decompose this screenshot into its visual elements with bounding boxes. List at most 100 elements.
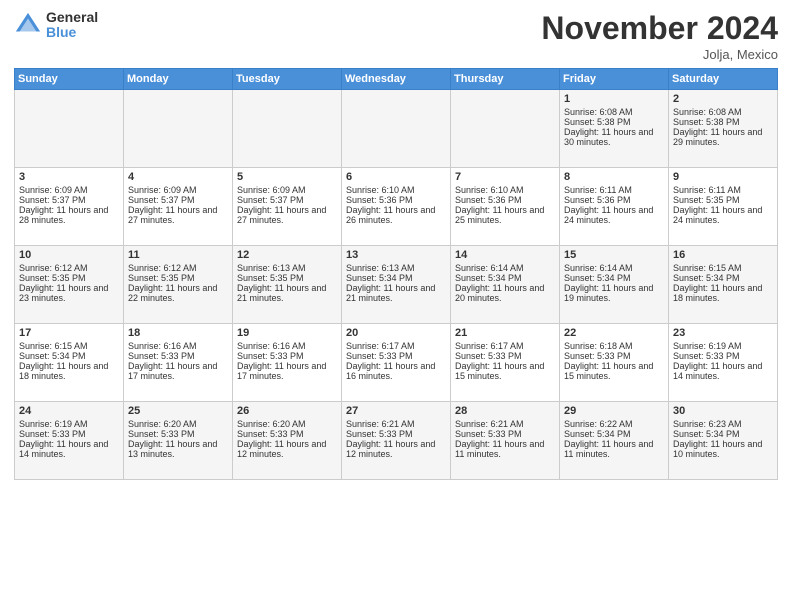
calendar-table: Sunday Monday Tuesday Wednesday Thursday… [14, 68, 778, 480]
daylight-text: Daylight: 11 hours and 24 minutes. [564, 205, 664, 225]
empty-cell [124, 90, 233, 168]
sunset-text: Sunset: 5:38 PM [564, 117, 664, 127]
sunrise-text: Sunrise: 6:17 AM [455, 341, 555, 351]
logo-icon [14, 11, 42, 39]
sunrise-text: Sunrise: 6:11 AM [673, 185, 773, 195]
day-cell-27: 27Sunrise: 6:21 AMSunset: 5:33 PMDayligh… [342, 402, 451, 480]
sunrise-text: Sunrise: 6:21 AM [455, 419, 555, 429]
sunset-text: Sunset: 5:34 PM [455, 273, 555, 283]
col-tuesday: Tuesday [233, 69, 342, 90]
day-cell-20: 20 Sunrise: 6:17 AMSunset: 5:33 PMDayligh… [342, 324, 451, 402]
day-number: 2 [673, 93, 773, 105]
sunset-text: Sunset: 5:37 PM [128, 195, 228, 205]
day-cell-1: 1 Sunrise: 6:08 AMSunset: 5:38 PMDaylight… [560, 90, 669, 168]
day-number: 23 [673, 327, 773, 339]
calendar-week-3: 10Sunrise: 6:12 AMSunset: 5:35 PMDayligh… [15, 246, 778, 324]
calendar-header-row: Sunday Monday Tuesday Wednesday Thursday… [15, 69, 778, 90]
daylight-text: Daylight: 11 hours and 15 minutes. [455, 361, 555, 381]
daylight-text: Daylight: 11 hours and 13 minutes. [128, 439, 228, 459]
sunrise-text: Sunrise: 6:14 AM [564, 263, 664, 273]
daylight-text: Daylight: 11 hours and 27 minutes. [237, 205, 337, 225]
day-cell-11: 11Sunrise: 6:12 AMSunset: 5:35 PMDayligh… [124, 246, 233, 324]
sunset-text: Sunset: 5:33 PM [237, 351, 337, 361]
day-cell-3: 3Sunrise: 6:09 AMSunset: 5:37 PMDaylight… [15, 168, 124, 246]
month-title: November 2024 [541, 10, 778, 47]
empty-cell [233, 90, 342, 168]
day-number: 20 [346, 327, 446, 339]
sunrise-text: Sunrise: 6:17 AM [346, 341, 446, 351]
daylight-text: Daylight: 11 hours and 21 minutes. [346, 283, 446, 303]
day-number: 19 [237, 327, 337, 339]
sunset-text: Sunset: 5:33 PM [237, 429, 337, 439]
sunset-text: Sunset: 5:37 PM [19, 195, 119, 205]
daylight-text: Daylight: 11 hours and 19 minutes. [564, 283, 664, 303]
sunrise-text: Sunrise: 6:20 AM [237, 419, 337, 429]
sunrise-text: Sunrise: 6:13 AM [346, 263, 446, 273]
day-cell-12: 12Sunrise: 6:13 AMSunset: 5:35 PMDayligh… [233, 246, 342, 324]
daylight-text: Daylight: 11 hours and 30 minutes. [564, 127, 664, 147]
day-cell-13: 13Sunrise: 6:13 AMSunset: 5:34 PMDayligh… [342, 246, 451, 324]
sunrise-text: Sunrise: 6:09 AM [237, 185, 337, 195]
sunset-text: Sunset: 5:33 PM [128, 351, 228, 361]
day-number: 8 [564, 171, 664, 183]
day-number: 5 [237, 171, 337, 183]
day-cell-22: 22Sunrise: 6:18 AMSunset: 5:33 PMDayligh… [560, 324, 669, 402]
sunrise-text: Sunrise: 6:21 AM [346, 419, 446, 429]
sunset-text: Sunset: 5:35 PM [237, 273, 337, 283]
sunset-text: Sunset: 5:37 PM [237, 195, 337, 205]
sunset-text: Sunset: 5:33 PM [346, 351, 446, 361]
day-cell-24: 24Sunrise: 6:19 AMSunset: 5:33 PMDayligh… [15, 402, 124, 480]
daylight-text: Daylight: 11 hours and 22 minutes. [128, 283, 228, 303]
sunset-text: Sunset: 5:34 PM [19, 351, 119, 361]
logo-general-text: General [46, 10, 98, 25]
sunset-text: Sunset: 5:34 PM [564, 429, 664, 439]
day-number: 6 [346, 171, 446, 183]
day-cell-5: 5 Sunrise: 6:09 AMSunset: 5:37 PMDaylight… [233, 168, 342, 246]
sunrise-text: Sunrise: 6:15 AM [673, 263, 773, 273]
sunrise-text: Sunrise: 6:12 AM [128, 263, 228, 273]
sunrise-text: Sunrise: 6:12 AM [19, 263, 119, 273]
day-cell-9: 9Sunrise: 6:11 AMSunset: 5:35 PMDaylight… [669, 168, 778, 246]
daylight-text: Daylight: 11 hours and 10 minutes. [673, 439, 773, 459]
sunrise-text: Sunrise: 6:14 AM [455, 263, 555, 273]
sunrise-text: Sunrise: 6:08 AM [564, 107, 664, 117]
sunset-text: Sunset: 5:33 PM [346, 429, 446, 439]
daylight-text: Daylight: 11 hours and 24 minutes. [673, 205, 773, 225]
day-number: 13 [346, 249, 446, 261]
day-number: 11 [128, 249, 228, 261]
header: General Blue November 2024 Jolja, Mexico [14, 10, 778, 62]
day-cell-18: 18Sunrise: 6:16 AMSunset: 5:33 PMDayligh… [124, 324, 233, 402]
day-number: 15 [564, 249, 664, 261]
sunset-text: Sunset: 5:33 PM [455, 351, 555, 361]
sunset-text: Sunset: 5:36 PM [455, 195, 555, 205]
sunrise-text: Sunrise: 6:16 AM [237, 341, 337, 351]
day-cell-6: 6Sunrise: 6:10 AMSunset: 5:36 PMDaylight… [342, 168, 451, 246]
calendar-week-5: 24Sunrise: 6:19 AMSunset: 5:33 PMDayligh… [15, 402, 778, 480]
day-cell-4: 4Sunrise: 6:09 AMSunset: 5:37 PMDaylight… [124, 168, 233, 246]
col-saturday: Saturday [669, 69, 778, 90]
logo-blue-text: Blue [46, 25, 98, 40]
empty-cell [15, 90, 124, 168]
daylight-text: Daylight: 11 hours and 14 minutes. [19, 439, 119, 459]
day-number: 21 [455, 327, 555, 339]
day-cell-25: 25Sunrise: 6:20 AMSunset: 5:33 PMDayligh… [124, 402, 233, 480]
col-friday: Friday [560, 69, 669, 90]
daylight-text: Daylight: 11 hours and 16 minutes. [346, 361, 446, 381]
day-number: 17 [19, 327, 119, 339]
day-number: 1 [564, 93, 664, 105]
sunset-text: Sunset: 5:33 PM [673, 351, 773, 361]
col-monday: Monday [124, 69, 233, 90]
sunset-text: Sunset: 5:33 PM [128, 429, 228, 439]
day-number: 28 [455, 405, 555, 417]
sunset-text: Sunset: 5:34 PM [673, 273, 773, 283]
sunrise-text: Sunrise: 6:23 AM [673, 419, 773, 429]
location: Jolja, Mexico [541, 47, 778, 62]
day-cell-30: 30Sunrise: 6:23 AMSunset: 5:34 PMDayligh… [669, 402, 778, 480]
sunrise-text: Sunrise: 6:10 AM [455, 185, 555, 195]
day-cell-15: 15Sunrise: 6:14 AMSunset: 5:34 PMDayligh… [560, 246, 669, 324]
daylight-text: Daylight: 11 hours and 20 minutes. [455, 283, 555, 303]
day-cell-19: 19Sunrise: 6:16 AMSunset: 5:33 PMDayligh… [233, 324, 342, 402]
logo: General Blue [14, 10, 98, 41]
sunrise-text: Sunrise: 6:16 AM [128, 341, 228, 351]
day-cell-8: 8Sunrise: 6:11 AMSunset: 5:36 PMDaylight… [560, 168, 669, 246]
